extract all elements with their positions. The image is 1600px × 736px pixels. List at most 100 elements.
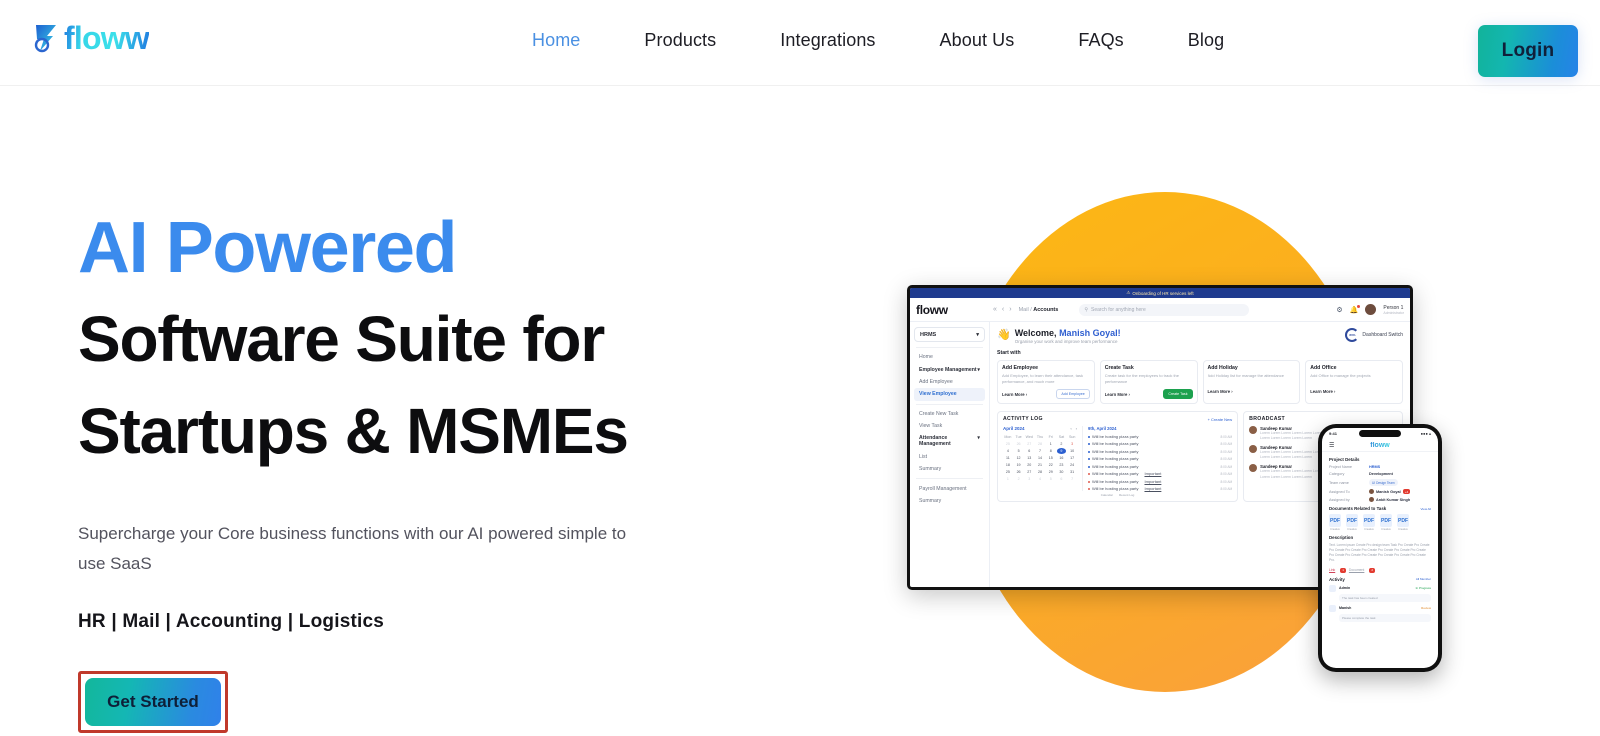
calendar-day[interactable]: 23: [1057, 462, 1067, 468]
calendar-day[interactable]: 20: [1024, 462, 1034, 468]
document-item[interactable]: PDF Creative: [1363, 514, 1375, 531]
calendar-next-icon[interactable]: ›: [1076, 426, 1077, 431]
nav-item-blog[interactable]: Blog: [1156, 28, 1256, 53]
sidebar-item-payroll-management[interactable]: Payroll Management: [914, 482, 985, 494]
calendar-prev-icon[interactable]: ‹: [1070, 426, 1071, 431]
link-1[interactable]: Link: [1329, 568, 1335, 572]
learn-more-link[interactable]: Learn More ›: [1105, 392, 1130, 397]
nav-item-integrations[interactable]: Integrations: [748, 28, 907, 53]
link-2[interactable]: Document: [1349, 568, 1364, 572]
calendar-day[interactable]: 24: [1067, 462, 1077, 468]
nav-item-about-us[interactable]: About Us: [908, 28, 1047, 53]
document-item[interactable]: PDF Creative: [1329, 514, 1341, 531]
calendar-day[interactable]: 1: [1003, 476, 1013, 482]
calendar-day[interactable]: 6: [1024, 448, 1034, 454]
calendar-day[interactable]: 27: [1024, 469, 1034, 475]
collapse-icon[interactable]: «: [993, 306, 997, 313]
document-item[interactable]: PDF Creative: [1380, 514, 1392, 531]
calendar-day[interactable]: 28: [1035, 441, 1045, 447]
calendar-day[interactable]: 8: [1046, 448, 1056, 454]
calendar-day[interactable]: 11: [1003, 455, 1013, 461]
calendar-day[interactable]: 17: [1067, 455, 1077, 461]
learn-more-link[interactable]: Learn More ›: [1208, 389, 1233, 394]
nav-item-home[interactable]: Home: [500, 28, 612, 53]
card-action-button[interactable]: Add Employee: [1056, 389, 1090, 399]
calendar-day[interactable]: 22: [1046, 462, 1056, 468]
phone-activity-item[interactable]: Manish Review: [1329, 604, 1431, 612]
logo[interactable]: floww: [33, 22, 150, 54]
sidebar-item-payroll-summary[interactable]: Summary: [914, 495, 985, 507]
activity-feed-item[interactable]: Will be hosting pizza party 8:00 AM: [1088, 434, 1232, 439]
calendar-day[interactable]: 16: [1057, 455, 1067, 461]
calendar-day[interactable]: 19: [1014, 462, 1024, 468]
card-create-task[interactable]: Create Task Create task for the employee…: [1099, 360, 1198, 404]
sidebar-item-home[interactable]: Home: [914, 351, 985, 363]
calendar-day[interactable]: 5: [1046, 476, 1056, 482]
calendar-day[interactable]: 27: [1024, 441, 1034, 447]
dashboard-switch[interactable]: 80% Dashboard Switch: [1345, 328, 1403, 342]
docs-view-all[interactable]: View All: [1421, 507, 1431, 511]
calendar-day[interactable]: 30: [1057, 469, 1067, 475]
activity-feed-item[interactable]: Will be hosting pizza party 8:00 AM: [1088, 456, 1232, 461]
nav-item-products[interactable]: Products: [612, 28, 748, 53]
workspace-select[interactable]: HRMS ▾: [914, 327, 985, 342]
calendar-day[interactable]: 4: [1035, 476, 1045, 482]
calendar-day[interactable]: 15: [1046, 455, 1056, 461]
document-item[interactable]: PDF Creative: [1397, 514, 1409, 531]
calendar-day[interactable]: 12: [1014, 455, 1024, 461]
calendar-day[interactable]: 6: [1057, 476, 1067, 482]
activity-feed-item[interactable]: Will be hosting pizza party Important 8:00…: [1088, 479, 1232, 484]
calendar-day[interactable]: 2: [1014, 476, 1024, 482]
activity-feed-item[interactable]: Will be hosting pizza party Important 8:00…: [1088, 486, 1232, 491]
nav-item-faqs[interactable]: FAQs: [1046, 28, 1155, 53]
get-started-button[interactable]: Get Started: [85, 677, 221, 726]
learn-more-link[interactable]: Learn More ›: [1002, 392, 1027, 397]
settings-icon[interactable]: ⚙: [1336, 306, 1342, 314]
sidebar-item-list[interactable]: List: [914, 451, 985, 463]
sidebar-item-view-employee[interactable]: View Employee: [914, 388, 985, 401]
calendar-day[interactable]: 1: [1046, 441, 1056, 447]
breadcrumb-parent[interactable]: Mail /: [1019, 307, 1032, 313]
notification-bell-icon[interactable]: 🔔: [1350, 304, 1361, 314]
activity-feed-item[interactable]: Will be hosting pizza party 8:00 AM: [1088, 449, 1232, 454]
calendar-day[interactable]: 31: [1067, 469, 1077, 475]
calendar-day[interactable]: 10: [1067, 448, 1077, 454]
phone-activity-item[interactable]: Admin In Progress: [1329, 584, 1431, 592]
card-add-holiday[interactable]: Add Holiday Add Holiday list for manage …: [1202, 360, 1301, 404]
card-action-button[interactable]: Create Task: [1163, 389, 1193, 399]
calendar-day[interactable]: 7: [1035, 448, 1045, 454]
calendar-day[interactable]: 26: [1014, 441, 1024, 447]
calendar-day[interactable]: 21: [1035, 462, 1045, 468]
sidebar-item-add-employee[interactable]: Add Employee: [914, 376, 985, 388]
back-icon[interactable]: ‹: [1002, 306, 1004, 313]
activity-feed-item[interactable]: Will be hosting pizza party 8:00 AM: [1088, 464, 1232, 469]
learn-more-link[interactable]: Learn More ›: [1310, 389, 1335, 394]
calendar-day[interactable]: 13: [1024, 455, 1034, 461]
login-button[interactable]: Login: [1478, 25, 1578, 77]
calendar-day[interactable]: 5: [1014, 448, 1024, 454]
calendar-day[interactable]: 25: [1003, 469, 1013, 475]
calendar-day[interactable]: 18: [1003, 462, 1013, 468]
calendar-day[interactable]: 3: [1067, 441, 1077, 447]
card-add-employee[interactable]: Add Employee Add Employee, to learn thei…: [997, 360, 1095, 404]
create-new-button[interactable]: + Create New: [1208, 417, 1233, 422]
calendar-day[interactable]: 29: [1046, 469, 1056, 475]
sidebar-item-create-new-task[interactable]: Create New Task: [914, 408, 985, 420]
avatar[interactable]: [1365, 304, 1377, 315]
forward-icon[interactable]: ›: [1009, 306, 1011, 313]
document-item[interactable]: PDF Creative: [1346, 514, 1358, 531]
sidebar-item-summary[interactable]: Summary: [914, 463, 985, 475]
calendar-day[interactable]: 14: [1035, 455, 1045, 461]
dashboard-search[interactable]: ⚲ Search for anything here: [1079, 303, 1250, 316]
dashboard-nav-arrows[interactable]: « ‹ ›: [993, 306, 1012, 313]
calendar-day[interactable]: 4: [1003, 448, 1013, 454]
activity-feed-item[interactable]: Will be hosting pizza party 8:00 AM: [1088, 441, 1232, 446]
calendar-day[interactable]: 3: [1024, 476, 1034, 482]
hamburger-menu-icon[interactable]: ☰: [1329, 442, 1334, 449]
calendar-day[interactable]: 26: [1014, 469, 1024, 475]
card-add-office[interactable]: Add Office Add Office to manage the proj…: [1305, 360, 1403, 404]
calendar-day[interactable]: 2: [1057, 441, 1067, 447]
activity-feed-item[interactable]: Will be hosting pizza party Important 8:00…: [1088, 471, 1232, 476]
calendar-day[interactable]: 28: [1035, 469, 1045, 475]
activity-all-member[interactable]: All Member: [1416, 577, 1431, 581]
